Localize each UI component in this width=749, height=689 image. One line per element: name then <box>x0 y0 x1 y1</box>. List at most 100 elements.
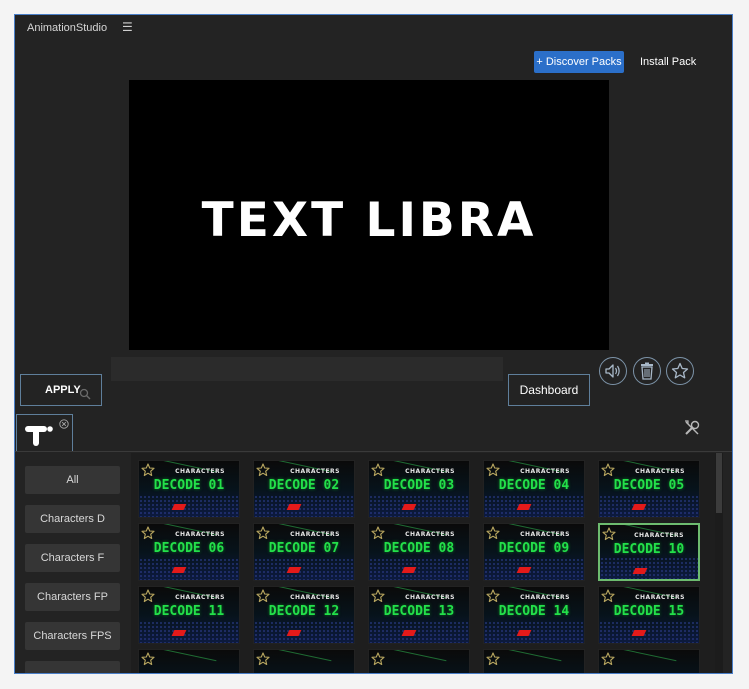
discover-packs-button[interactable]: + Discover Packs <box>534 51 624 73</box>
thumbnail-background <box>369 558 469 580</box>
preset-thumbnail[interactable] <box>483 649 585 673</box>
favorite-star-icon[interactable] <box>371 652 385 666</box>
preset-thumbnail[interactable] <box>598 649 700 673</box>
preset-name: DECODE 10 <box>613 542 685 557</box>
preset-name: DECODE 07 <box>268 541 340 556</box>
preset-category-label: CHARACTERS <box>290 594 340 601</box>
preset-category-label: CHARACTERS <box>405 594 455 601</box>
thumbnail-background <box>484 621 584 643</box>
preset-thumbnail[interactable]: CHARACTERS DECODE 06 <box>138 523 240 581</box>
close-tab-icon[interactable] <box>59 419 69 429</box>
tab-text-presets[interactable] <box>16 414 73 452</box>
preset-thumbnail[interactable]: CHARACTERS DECODE 03 <box>368 460 470 518</box>
thumbnail-background <box>599 621 699 643</box>
favorite-star-icon[interactable] <box>371 589 385 603</box>
favorite-star-icon[interactable] <box>141 463 155 477</box>
favorite-star-icon[interactable] <box>601 652 615 666</box>
preset-category-label: CHARACTERS <box>405 531 455 538</box>
favorite-star-icon[interactable] <box>602 527 616 541</box>
favorite-star-icon[interactable] <box>601 463 615 477</box>
preset-name: DECODE 02 <box>268 478 340 493</box>
preset-name: DECODE 14 <box>498 604 570 619</box>
preset-name: DECODE 01 <box>153 478 225 493</box>
preset-category-label: CHARACTERS <box>520 594 570 601</box>
preset-category-label: CHARACTERS <box>290 531 340 538</box>
thumbnail-decoration <box>502 650 562 662</box>
preset-thumbnail[interactable]: CHARACTERS DECODE 05 <box>598 460 700 518</box>
preset-category-label: CHARACTERS <box>635 468 685 475</box>
preset-category-label: CHARACTERS <box>520 531 570 538</box>
preset-thumbnail[interactable]: CHARACTERS DECODE 09 <box>483 523 585 581</box>
favorite-star-icon[interactable] <box>256 526 270 540</box>
favorite-star-icon[interactable] <box>666 357 694 385</box>
preset-name: DECODE 15 <box>613 604 685 619</box>
preset-thumbnail[interactable]: CHARACTERS DECODE 01 <box>138 460 240 518</box>
preset-thumbnail[interactable] <box>253 649 355 673</box>
preset-thumbnail[interactable]: CHARACTERS DECODE 08 <box>368 523 470 581</box>
favorite-star-icon[interactable] <box>256 652 270 666</box>
scrollbar-thumb[interactable] <box>716 453 722 513</box>
trash-icon[interactable] <box>633 357 661 385</box>
preset-thumbnail[interactable]: CHARACTERS DECODE 10 <box>598 523 700 581</box>
preset-thumbnail[interactable]: CHARACTERS DECODE 07 <box>253 523 355 581</box>
thumbnail-decoration <box>617 650 677 662</box>
preset-name: DECODE 04 <box>498 478 570 493</box>
favorite-star-icon[interactable] <box>486 526 500 540</box>
favorite-star-icon[interactable] <box>141 589 155 603</box>
search-icon <box>79 388 91 400</box>
category-characters-fps[interactable]: Characters FPS <box>25 622 120 650</box>
speaker-icon[interactable] <box>599 357 627 385</box>
preset-thumbnail[interactable]: CHARACTERS DECODE 04 <box>483 460 585 518</box>
thumbnail-background <box>254 621 354 643</box>
favorite-star-icon[interactable] <box>486 463 500 477</box>
favorite-star-icon[interactable] <box>256 589 270 603</box>
preset-thumbnail[interactable]: CHARACTERS DECODE 13 <box>368 586 470 644</box>
preset-thumbnail[interactable]: CHARACTERS DECODE 11 <box>138 586 240 644</box>
preset-category-label: CHARACTERS <box>175 531 225 538</box>
preset-thumbnail[interactable] <box>368 649 470 673</box>
tools-icon[interactable] <box>683 419 701 437</box>
render-progress-bar <box>111 357 503 381</box>
preview-panel: TEXT LIBRA <box>129 80 609 350</box>
preset-thumbnail[interactable]: CHARACTERS DECODE 15 <box>598 586 700 644</box>
preset-thumbnail[interactable]: CHARACTERS DECODE 02 <box>253 460 355 518</box>
apply-label: APPLY <box>45 384 81 396</box>
preset-thumbnail[interactable]: CHARACTERS DECODE 12 <box>253 586 355 644</box>
category-more[interactable] <box>25 661 120 673</box>
category-all[interactable]: All <box>25 466 120 494</box>
category-characters-f[interactable]: Characters F <box>25 544 120 572</box>
grid-scrollbar[interactable] <box>715 453 723 673</box>
preset-name: DECODE 06 <box>153 541 225 556</box>
app-title: AnimationStudio <box>27 22 108 34</box>
thumbnail-background <box>369 495 469 517</box>
category-characters-fp[interactable]: Characters FP <box>25 583 120 611</box>
thumbnail-background <box>600 557 698 579</box>
favorite-star-icon[interactable] <box>486 652 500 666</box>
thumbnail-background <box>484 558 584 580</box>
favorite-star-icon[interactable] <box>486 589 500 603</box>
hamburger-icon[interactable]: ☰ <box>122 20 133 34</box>
favorite-star-icon[interactable] <box>371 526 385 540</box>
preset-category-label: CHARACTERS <box>634 532 684 539</box>
preset-category-label: CHARACTERS <box>175 594 225 601</box>
tab-divider <box>15 451 732 452</box>
thumbnail-background <box>484 495 584 517</box>
thumbnail-decoration <box>272 650 332 662</box>
install-pack-button[interactable]: Install Pack <box>640 51 696 73</box>
dashboard-button[interactable]: Dashboard <box>508 374 590 406</box>
preset-category-label: CHARACTERS <box>290 468 340 475</box>
apply-button[interactable]: APPLY <box>20 374 102 406</box>
preset-name: DECODE 12 <box>268 604 340 619</box>
preset-thumbnail[interactable] <box>138 649 240 673</box>
favorite-star-icon[interactable] <box>601 589 615 603</box>
category-characters-d[interactable]: Characters D <box>25 505 120 533</box>
preset-name: DECODE 03 <box>383 478 455 493</box>
preset-thumbnail[interactable]: CHARACTERS DECODE 14 <box>483 586 585 644</box>
preset-category-label: CHARACTERS <box>520 468 570 475</box>
favorite-star-icon[interactable] <box>371 463 385 477</box>
favorite-star-icon[interactable] <box>141 526 155 540</box>
favorite-star-icon[interactable] <box>256 463 270 477</box>
preset-category-label: CHARACTERS <box>635 594 685 601</box>
favorite-star-icon[interactable] <box>141 652 155 666</box>
preset-name: DECODE 05 <box>613 478 685 493</box>
